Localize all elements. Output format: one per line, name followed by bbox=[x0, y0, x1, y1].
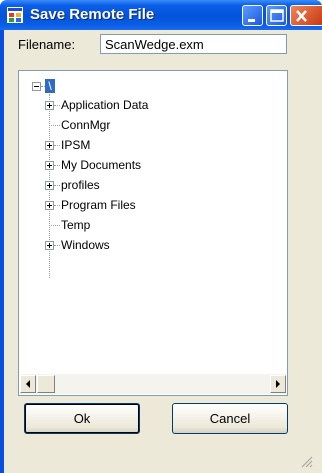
filename-input[interactable] bbox=[100, 34, 287, 54]
scroll-left-arrow-icon bbox=[26, 380, 30, 388]
maximize-icon bbox=[270, 9, 284, 22]
tree-item-windows[interactable]: Windows bbox=[61, 238, 110, 252]
scroll-left-button[interactable] bbox=[20, 375, 36, 393]
expand-ipsm-toggle[interactable] bbox=[45, 141, 54, 150]
horizontal-scrollbar[interactable] bbox=[20, 374, 286, 394]
tree-item-temp[interactable]: Temp bbox=[61, 218, 90, 232]
tree-item-my-documents[interactable]: My Documents bbox=[61, 158, 141, 172]
expand-windows-toggle[interactable] bbox=[45, 241, 54, 250]
expand-profiles-toggle[interactable] bbox=[45, 181, 54, 190]
folder-tree[interactable]: \ Application Data ConnMgr IPSM My Docum… bbox=[18, 70, 288, 396]
expand-application-data-toggle[interactable] bbox=[45, 101, 54, 110]
root-collapse-toggle[interactable] bbox=[32, 82, 41, 91]
title-bar[interactable]: Save Remote File bbox=[0, 0, 322, 30]
tree-item-application-data[interactable]: Application Data bbox=[61, 98, 148, 112]
window-app-icon bbox=[7, 7, 23, 23]
expand-program-files-toggle[interactable] bbox=[45, 201, 54, 210]
close-button[interactable] bbox=[290, 5, 322, 26]
ok-button[interactable]: Ok bbox=[24, 403, 140, 434]
filename-label: Filename: bbox=[18, 37, 76, 52]
scroll-right-arrow-icon bbox=[276, 380, 280, 388]
tree-item-program-files[interactable]: Program Files bbox=[61, 198, 136, 212]
minimize-icon bbox=[248, 19, 255, 22]
expand-my-documents-toggle[interactable] bbox=[45, 161, 54, 170]
resize-grip-icon[interactable] bbox=[299, 454, 313, 468]
scroll-right-button[interactable] bbox=[270, 375, 286, 393]
window-title: Save Remote File bbox=[30, 6, 155, 23]
tree-item-connmgr[interactable]: ConnMgr bbox=[61, 118, 110, 132]
cancel-button[interactable]: Cancel bbox=[172, 403, 288, 434]
minimize-button[interactable] bbox=[242, 5, 263, 26]
tree-root-node[interactable]: \ bbox=[45, 79, 55, 93]
close-icon bbox=[296, 10, 307, 22]
tree-item-ipsm[interactable]: IPSM bbox=[61, 138, 90, 152]
maximize-button[interactable] bbox=[266, 5, 287, 26]
scrollbar-thumb[interactable] bbox=[37, 375, 55, 393]
save-remote-file-window: Save Remote File Filename: \ bbox=[0, 0, 322, 473]
tree-item-profiles[interactable]: profiles bbox=[61, 178, 100, 192]
